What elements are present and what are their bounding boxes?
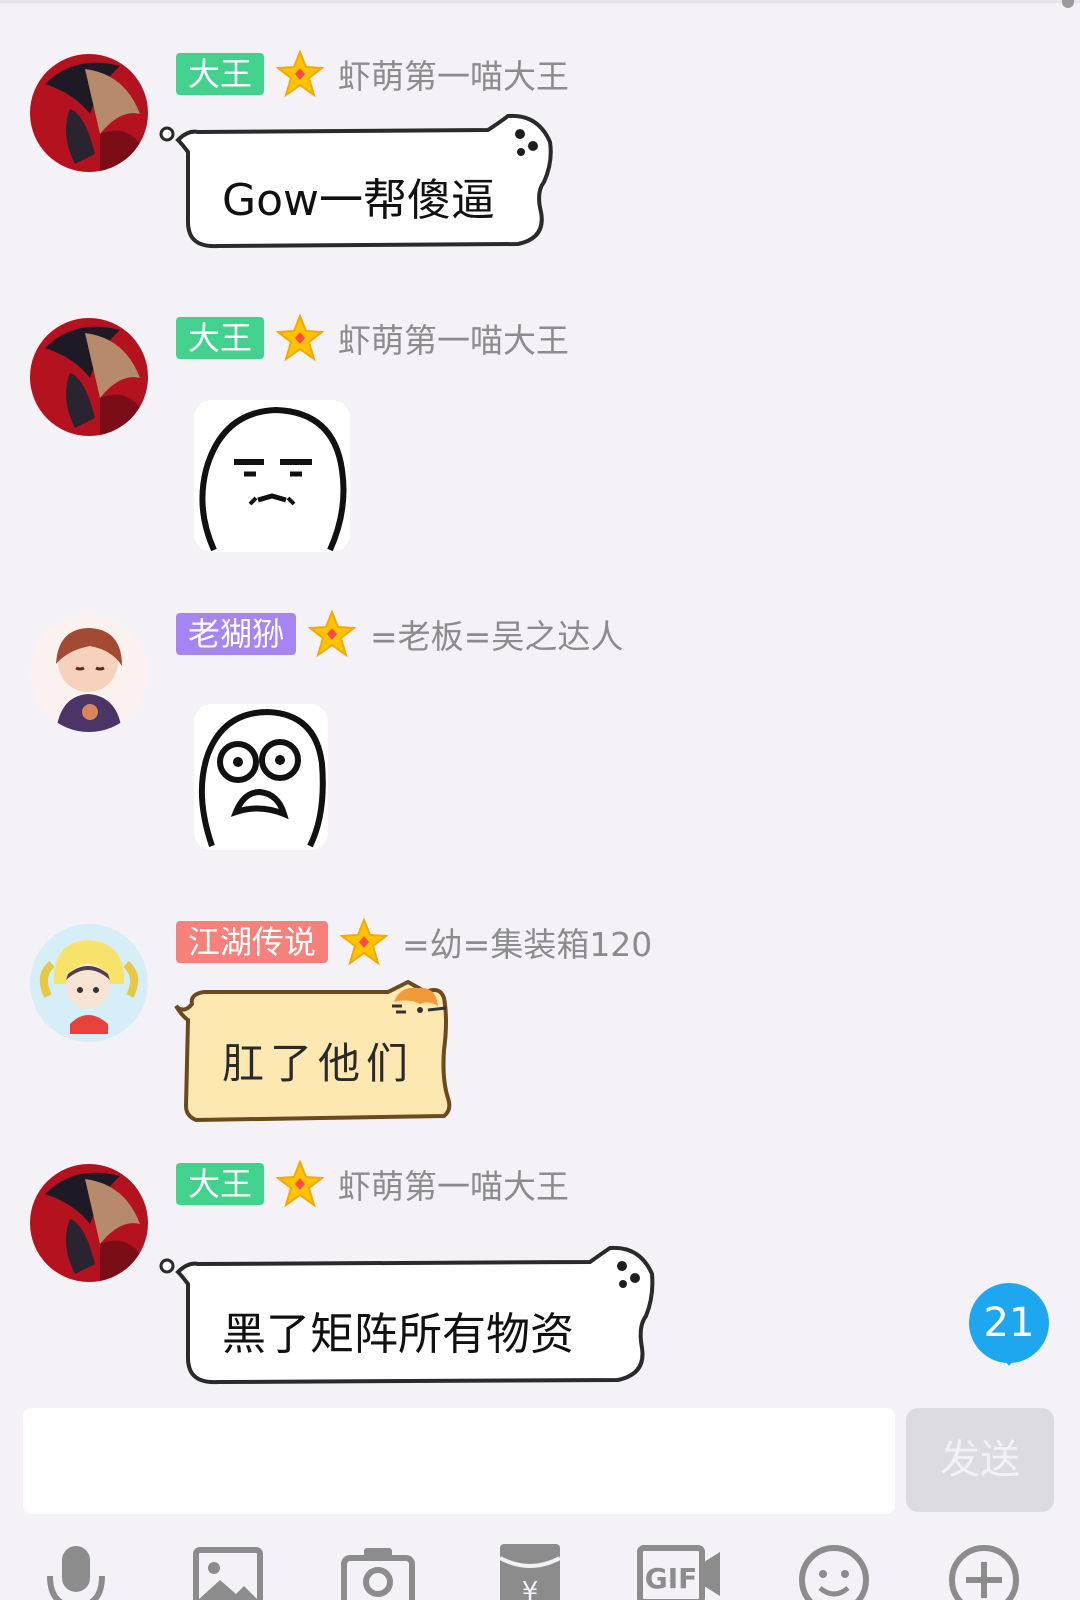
sender-nickname: =老板=吴之达人 [370, 617, 624, 656]
avatar[interactable] [30, 318, 148, 436]
unread-count-badge[interactable]: 21 [969, 1283, 1049, 1363]
star-icon [276, 1160, 325, 1208]
star-icon [276, 50, 325, 98]
svg-text:GIF: GIF [645, 1562, 698, 1595]
sender-nickname: 虾萌第一喵大王 [338, 321, 570, 360]
camera-icon[interactable] [338, 1540, 418, 1600]
message-bubble[interactable]: Gow一帮傻逼 [158, 112, 558, 252]
unread-badge-tail [999, 1352, 1019, 1366]
message-header: 大王 虾萌第一喵大王 [176, 50, 570, 98]
sticker-image[interactable] [194, 400, 350, 552]
message-header: 大王 虾萌第一喵大王 [176, 1160, 570, 1208]
star-icon [276, 314, 325, 362]
message-text: Gow一帮傻逼 [222, 175, 496, 226]
gif-icon[interactable]: GIF [636, 1540, 726, 1600]
sender-nickname: 虾萌第一喵大王 [338, 57, 570, 96]
title-badge: 大王 [176, 317, 265, 359]
send-button[interactable]: 发送 [906, 1408, 1054, 1512]
message-input[interactable] [23, 1408, 895, 1514]
avatar[interactable] [30, 1164, 148, 1282]
avatar[interactable] [30, 924, 148, 1042]
avatar[interactable] [30, 614, 148, 732]
message-bubble[interactable]: 黑了矩阵所有物资 [158, 1244, 660, 1388]
star-icon [340, 918, 389, 966]
avatar[interactable] [30, 54, 148, 172]
sender-nickname: 虾萌第一喵大王 [338, 1167, 570, 1206]
image-icon[interactable] [188, 1540, 268, 1600]
message-text: 肛了他们 [222, 1039, 415, 1088]
star-icon [308, 610, 357, 658]
title-badge: 老猢狲 [176, 613, 297, 655]
message-text: 黑了矩阵所有物资 [222, 1309, 574, 1360]
message-header: 江湖传说 =幼=集装箱120 [176, 918, 653, 966]
title-badge: 大王 [176, 53, 265, 95]
svg-text:¥: ¥ [522, 1577, 539, 1600]
title-badge: 大王 [176, 1163, 265, 1205]
red-envelope-icon[interactable]: ¥ [490, 1540, 570, 1600]
emoji-icon[interactable] [794, 1540, 874, 1600]
sender-nickname: =幼=集装箱120 [402, 925, 653, 964]
message-header: 老猢狲 =老板=吴之达人 [176, 610, 624, 658]
message-header: 大王 虾萌第一喵大王 [176, 314, 570, 362]
plus-icon[interactable] [944, 1540, 1024, 1600]
message-bubble[interactable]: 肛了他们 [168, 980, 468, 1128]
microphone-icon[interactable] [36, 1540, 116, 1600]
top-edge [0, 0, 1080, 3]
sticker-image[interactable] [194, 704, 328, 850]
title-badge: 江湖传说 [176, 921, 329, 963]
scroll-indicator [1062, 0, 1074, 8]
